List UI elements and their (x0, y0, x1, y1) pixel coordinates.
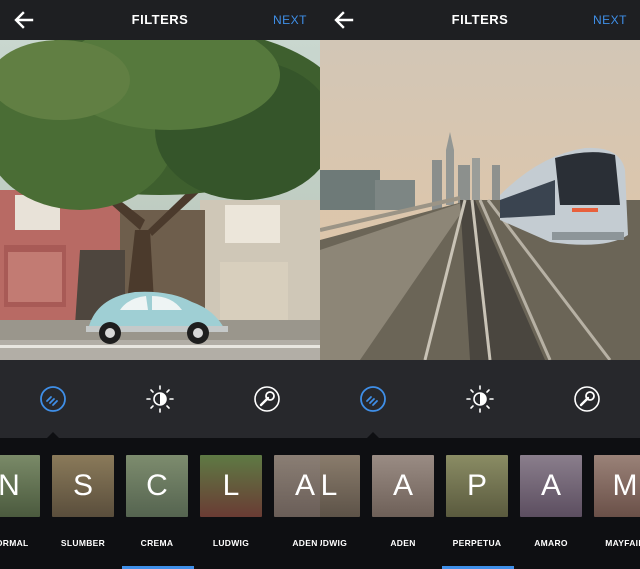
filter-letter: A (294, 469, 315, 502)
filter-letter: C (146, 469, 168, 502)
photo-preview (0, 40, 320, 360)
top-bar: FILTERS NEXT (320, 0, 640, 40)
lux-icon[interactable] (145, 384, 175, 414)
filter-icon[interactable] (358, 384, 388, 414)
filter-thumb-amaro[interactable]: A (520, 455, 582, 517)
filter-thumb-perpetua[interactable]: P (446, 455, 508, 517)
edit-wrench-icon[interactable] (252, 384, 282, 414)
filter-thumb-normal[interactable]: N (0, 455, 40, 517)
filter-strip: L LUDWIG A ADEN P PERPETUA A AMARO M MAY… (320, 438, 640, 569)
filter-label-aden: ADEN (292, 538, 318, 548)
filter-label-mayfair: MAYFAIR (605, 538, 640, 548)
filters-screen-tree: FILTERS NEXT N RMAL S SLUMBER C CREMA L … (0, 0, 320, 569)
filter-thumb-slumber[interactable]: S (52, 455, 114, 517)
edit-toolbar (0, 360, 320, 438)
filter-letter: L (222, 469, 240, 502)
filter-letter: P (466, 469, 487, 502)
filter-thumb-ludwig[interactable]: L (320, 455, 360, 517)
filters-screen-train: FILTERS NEXT L DWIG A ADEN P PERPETUA A … (320, 0, 640, 569)
filter-icon[interactable] (38, 384, 68, 414)
top-bar: FILTERS NEXT (0, 0, 320, 40)
tree-car-photo (0, 40, 320, 360)
filter-letter: L (320, 469, 338, 502)
photo-preview (320, 40, 640, 360)
filter-thumb-aden[interactable]: A (372, 455, 434, 517)
filter-thumb-mayfair[interactable]: M (594, 455, 640, 517)
filter-strip: N NORMAL S SLUMBER C CREMA L LUDWIG A AD… (0, 438, 320, 569)
filter-thumb-aden[interactable]: A (274, 455, 320, 517)
train-photo (320, 40, 640, 360)
filter-letter: A (392, 469, 413, 502)
edit-toolbar (320, 360, 640, 438)
filter-thumb-ludwig[interactable]: L (200, 455, 262, 517)
next-button[interactable]: NEXT (593, 13, 627, 27)
filter-letter: A (540, 469, 561, 502)
next-button[interactable]: NEXT (273, 13, 307, 27)
filter-letter: S (72, 469, 93, 502)
filter-thumb-crema[interactable]: C (126, 455, 188, 517)
filter-letter: N (0, 469, 20, 502)
edit-wrench-icon[interactable] (572, 384, 602, 414)
lux-icon[interactable] (465, 384, 495, 414)
filter-letter: M (612, 469, 638, 502)
